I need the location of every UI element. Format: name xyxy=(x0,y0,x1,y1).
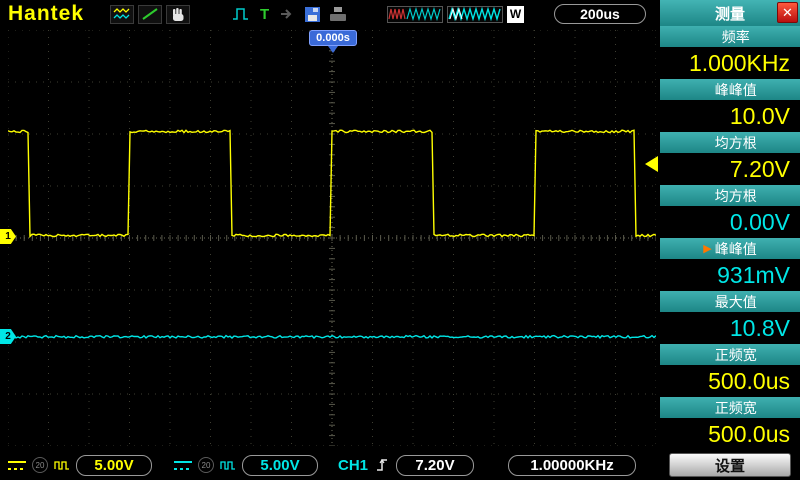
hand-glyph xyxy=(173,7,184,21)
measurement-label: 均方根 xyxy=(714,134,757,151)
measurement-label: 最大值 xyxy=(714,293,757,310)
hand-icon[interactable] xyxy=(166,4,191,24)
settings-button[interactable]: 设置 xyxy=(669,453,791,477)
measurement-item[interactable]: ▶峰峰值 10.0V xyxy=(660,79,800,132)
trigger-level-marker[interactable] xyxy=(645,156,658,172)
measure-panel-title-bar: 测量 ✕ xyxy=(660,0,800,26)
time-offset-marker[interactable]: 0.000s xyxy=(304,28,362,53)
oscilloscope-screen: Hantek T W 200us 0.000s 1 2 测量 ✕ 频率 1.00… xyxy=(0,0,800,480)
window-mode-icon[interactable]: W xyxy=(507,5,524,23)
acquire-tool-group: T xyxy=(232,6,347,23)
measurement-label: 频率 xyxy=(721,28,750,45)
trigger-slope-icon xyxy=(377,458,388,471)
trigger-t-icon[interactable]: T xyxy=(260,6,269,23)
ch2-bw-limit-badge[interactable]: 20 xyxy=(198,457,214,473)
time-offset-label: 0.000s xyxy=(309,30,357,46)
ref-waveform-b-glyph xyxy=(448,6,501,21)
measure-panel: 测量 ✕ ▶频率 1.000KHz ▶峰峰值 10.0V ▶均方根 7.20V … xyxy=(660,0,800,480)
measurement-item[interactable]: ▶正频宽 500.0us xyxy=(660,344,800,397)
ch2-dc-coupling-icon[interactable] xyxy=(174,460,192,470)
brand-logo: Hantek xyxy=(8,2,85,25)
measurement-value: 500.0us xyxy=(660,418,800,450)
measurement-value: 500.0us xyxy=(660,365,800,397)
floppy-label xyxy=(308,14,318,21)
printer-body xyxy=(330,14,347,21)
top-bar: Hantek T W 200us xyxy=(0,0,660,28)
ref-waveform-a-glyph xyxy=(388,6,441,21)
measurement-item[interactable]: ▶均方根 0.00V xyxy=(660,185,800,238)
trigger-level-display[interactable]: 7.20V xyxy=(396,454,475,476)
floppy-shutter xyxy=(313,7,319,12)
trigger-status-group: CH1 7.20V xyxy=(338,454,475,476)
ch1-probe-glyph xyxy=(54,460,69,470)
channels-waveform-icon[interactable] xyxy=(110,4,135,24)
measurement-label: 均方根 xyxy=(714,187,757,204)
arrow-icon[interactable] xyxy=(279,7,295,21)
ch1-bw-limit-badge[interactable]: 20 xyxy=(32,457,48,473)
ch1-dc-coupling-icon[interactable] xyxy=(8,460,26,470)
save-icon[interactable] xyxy=(305,6,321,22)
ch2-probe-icon[interactable] xyxy=(220,460,236,471)
pulse-icon[interactable] xyxy=(232,6,250,22)
ch1-status-group: 20 5.00V xyxy=(8,454,152,476)
measurement-value: 7.20V xyxy=(660,153,800,185)
cursor-line-icon[interactable] xyxy=(138,4,163,24)
measurement-label: 峰峰值 xyxy=(714,81,757,98)
measurement-item[interactable]: ▶正频宽 500.0us xyxy=(660,397,800,450)
printer-icon[interactable] xyxy=(330,7,347,21)
measurement-value: 1.000KHz xyxy=(660,47,800,79)
measurement-value: 0.00V xyxy=(660,206,800,238)
measurement-label: 正频宽 xyxy=(714,399,757,416)
measurement-label: 峰峰值 xyxy=(714,240,757,257)
measurement-item[interactable]: ▶频率 1.000KHz xyxy=(660,26,800,79)
ch2-scale-display[interactable]: 5.00V xyxy=(242,454,318,476)
measurement-item[interactable]: ▶ 峰峰值 931mV xyxy=(660,238,800,291)
measurement-list: ▶频率 1.000KHz ▶峰峰值 10.0V ▶均方根 7.20V ▶均方根 … xyxy=(660,26,800,450)
scope-display[interactable]: 0.000s 1 2 xyxy=(0,28,658,447)
trigger-source-label: CH1 xyxy=(338,456,369,474)
measurement-item[interactable]: ▶最大值 10.8V xyxy=(660,291,800,344)
timebase-display[interactable]: 200us xyxy=(554,4,646,24)
selected-marker-icon: ▶ xyxy=(703,243,712,255)
time-offset-pointer-icon xyxy=(328,46,338,53)
printer-paper xyxy=(334,7,343,12)
close-icon[interactable]: ✕ xyxy=(777,2,798,23)
graticule-and-traces xyxy=(7,29,657,447)
cursor-line-glyph xyxy=(142,8,158,20)
bottom-bar: 20 5.00V 20 5.00V CH1 7.20V 1.00000KHz xyxy=(0,450,660,480)
ch2-status-group: 20 5.00V xyxy=(174,454,318,476)
settings-area: 设置 xyxy=(660,450,800,480)
measure-panel-title: 测量 xyxy=(714,5,745,23)
frequency-counter[interactable]: 1.00000KHz xyxy=(508,454,637,476)
measurement-label: 正频宽 xyxy=(714,346,757,363)
ch1-probe-icon[interactable] xyxy=(54,460,70,471)
measurement-value: 931mV xyxy=(660,259,800,291)
ref-waveform-b[interactable] xyxy=(447,5,503,23)
ch1-scale-display[interactable]: 5.00V xyxy=(76,454,152,476)
channels-waveform-glyph xyxy=(113,8,130,19)
ch2-probe-glyph xyxy=(220,460,235,470)
reference-waveform-group: W xyxy=(387,5,524,23)
measurement-value: 10.0V xyxy=(660,100,800,132)
measurement-value: 10.8V xyxy=(660,312,800,344)
display-tool-group xyxy=(110,4,191,24)
ref-waveform-a[interactable] xyxy=(387,5,443,23)
measurement-item[interactable]: ▶均方根 7.20V xyxy=(660,132,800,185)
